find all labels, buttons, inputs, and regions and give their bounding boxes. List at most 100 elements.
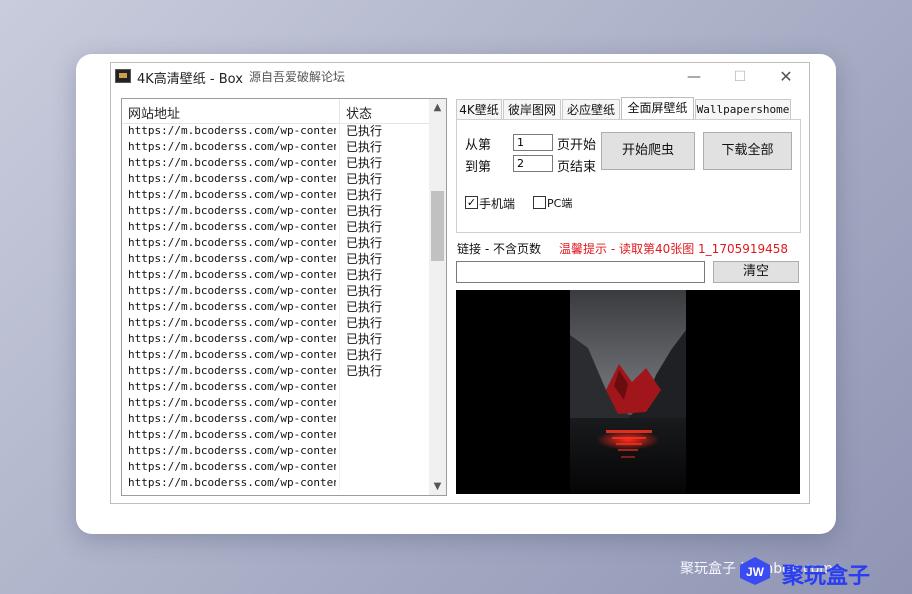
pc-label: PC端 (547, 197, 573, 210)
clear-button[interactable]: 清空 (713, 261, 799, 283)
link-label: 链接 - 不含页数 (457, 242, 541, 256)
table-row[interactable]: https://m.bcoderss.com/wp-conten... 已执行 (122, 139, 430, 155)
check-mark-icon: ✓ (466, 196, 477, 209)
scroll-up-arrow-icon[interactable]: ▲ (429, 99, 446, 116)
to-label: 到第 (465, 160, 492, 175)
tab-wallpapershome[interactable]: Wallpapershome (695, 99, 791, 119)
column-header-status[interactable]: 状态 (346, 103, 372, 122)
row-status: 已执行 (346, 316, 383, 330)
tab-panel: 从第 1 页开始 到第 2 页结束 开始爬虫 下载全部 ✓ 手机端 PC端 (456, 119, 801, 233)
app-icon (115, 69, 131, 83)
source-tabs: 4K壁纸 彼岸图网 必应壁纸 全面屏壁纸 Wallpapershome (456, 97, 802, 119)
url-list[interactable]: 网站地址 状态 https://m.bcoderss.com/wp-conten… (121, 98, 447, 496)
tab-4k[interactable]: 4K壁纸 (456, 99, 502, 119)
tab-bian[interactable]: 彼岸图网 (503, 99, 561, 119)
row-status: 已执行 (346, 156, 383, 170)
row-divider (339, 219, 340, 235)
end-page-input[interactable]: 2 (513, 155, 553, 172)
page-start-label: 页开始 (557, 138, 597, 153)
row-divider (339, 251, 340, 267)
column-divider[interactable] (339, 99, 340, 123)
table-row[interactable]: https://m.bcoderss.com/wp-conten... 已执行 (122, 123, 430, 139)
table-row[interactable]: https://m.bcoderss.com/wp-conten... 已执行 (122, 235, 430, 251)
row-status: 已执行 (346, 220, 383, 234)
row-status: 已执行 (346, 268, 383, 282)
title-bar: 4K高清壁纸 - Box 源自吾爱破解论坛 — ☐ ✕ (111, 63, 809, 91)
row-status: 已执行 (346, 332, 383, 346)
table-row[interactable]: https://m.bcoderss.com/wp-conten... 已执行 (122, 187, 430, 203)
download-all-button[interactable]: 下载全部 (703, 132, 792, 170)
row-url: https://m.bcoderss.com/wp-conten... (128, 172, 336, 185)
link-input[interactable] (456, 261, 705, 283)
table-row[interactable]: https://m.bcoderss.com/wp-conten... 已执行 (122, 283, 430, 299)
table-row[interactable]: https://m.bcoderss.com/wp-conten... 已执行 (122, 219, 430, 235)
row-url: https://m.bcoderss.com/wp-conten... (128, 412, 336, 425)
jw-logo-icon: JW (740, 557, 770, 585)
row-url: https://m.bcoderss.com/wp-conten... (128, 364, 336, 377)
row-url: https://m.bcoderss.com/wp-conten... (128, 396, 336, 409)
table-row[interactable]: https://m.bcoderss.com/wp-conten... 已执行 (122, 251, 430, 267)
table-row[interactable]: https://m.bcoderss.com/wp-conten... 已执行 (122, 155, 430, 171)
table-row[interactable]: https://m.bcoderss.com/wp-conten... (122, 459, 430, 475)
row-url: https://m.bcoderss.com/wp-conten... (128, 316, 336, 329)
row-divider (339, 459, 340, 475)
scroll-down-arrow-icon[interactable]: ▼ (429, 478, 446, 495)
table-row[interactable]: https://m.bcoderss.com/wp-conten... 已执行 (122, 331, 430, 347)
row-url: https://m.bcoderss.com/wp-conten... (128, 188, 336, 201)
row-url: https://m.bcoderss.com/wp-conten... (128, 156, 336, 169)
row-divider (339, 203, 340, 219)
logo-letters: JW (746, 565, 765, 579)
from-label: 从第 (465, 138, 492, 153)
table-row[interactable]: https://m.bcoderss.com/wp-conten... (122, 379, 430, 395)
table-row[interactable]: https://m.bcoderss.com/wp-conten... (122, 395, 430, 411)
row-url: https://m.bcoderss.com/wp-conten... (128, 444, 336, 457)
table-row[interactable]: https://m.bcoderss.com/wp-conten... (122, 411, 430, 427)
row-status: 已执行 (346, 348, 383, 362)
minimize-button[interactable]: — (671, 63, 717, 91)
mobile-label: 手机端 (479, 197, 516, 211)
row-status: 已执行 (346, 188, 383, 202)
start-page-input[interactable]: 1 (513, 134, 553, 151)
tab-bing[interactable]: 必应壁纸 (562, 99, 620, 119)
row-divider (339, 139, 340, 155)
mobile-checkbox[interactable]: ✓ (465, 196, 478, 209)
row-divider (339, 443, 340, 459)
app-window: 4K高清壁纸 - Box 源自吾爱破解论坛 — ☐ ✕ 网站地址 状态 http… (110, 62, 810, 504)
row-url: https://m.bcoderss.com/wp-conten... (128, 140, 336, 153)
row-divider (339, 123, 340, 139)
table-row[interactable]: https://m.bcoderss.com/wp-conten... 已执行 (122, 299, 430, 315)
list-rows: https://m.bcoderss.com/wp-conten...已执行ht… (122, 123, 430, 491)
row-divider (339, 427, 340, 443)
pc-checkbox[interactable] (533, 196, 546, 209)
row-divider (339, 475, 340, 491)
table-row[interactable]: https://m.bcoderss.com/wp-conten... 已执行 (122, 363, 430, 379)
close-button[interactable]: ✕ (763, 63, 809, 91)
row-url: https://m.bcoderss.com/wp-conten... (128, 300, 336, 313)
table-row[interactable]: https://m.bcoderss.com/wp-conten... 已执行 (122, 315, 430, 331)
row-status: 已执行 (346, 364, 383, 378)
vertical-scrollbar[interactable]: ▲ ▼ (429, 99, 446, 495)
maximize-button[interactable]: ☐ (717, 63, 763, 91)
column-header-url[interactable]: 网站地址 (128, 103, 180, 122)
tab-fullscreen[interactable]: 全面屏壁纸 (621, 97, 694, 119)
row-url: https://m.bcoderss.com/wp-conten... (128, 476, 336, 489)
row-divider (339, 411, 340, 427)
table-row[interactable]: https://m.bcoderss.com/wp-conten... 已执行 (122, 171, 430, 187)
table-row[interactable]: https://m.bcoderss.com/wp-conten... 已执行 (122, 267, 430, 283)
table-row[interactable]: https://m.bcoderss.com/wp-conten... 已执行 (122, 203, 430, 219)
window-subtitle: 源自吾爱破解论坛 (249, 70, 346, 84)
row-divider (339, 187, 340, 203)
row-status: 已执行 (346, 236, 383, 250)
table-row[interactable]: https://m.bcoderss.com/wp-conten... 已执行 (122, 347, 430, 363)
row-url: https://m.bcoderss.com/wp-conten... (128, 428, 336, 441)
row-divider (339, 171, 340, 187)
row-divider (339, 155, 340, 171)
table-row[interactable]: https://m.bcoderss.com/wp-conten... (122, 475, 430, 491)
row-status: 已执行 (346, 172, 383, 186)
table-row[interactable]: https://m.bcoderss.com/wp-conten... (122, 443, 430, 459)
scroll-thumb[interactable] (431, 191, 444, 261)
start-crawl-button[interactable]: 开始爬虫 (601, 132, 695, 170)
table-row[interactable]: https://m.bcoderss.com/wp-conten... (122, 427, 430, 443)
row-status: 已执行 (346, 300, 383, 314)
row-url: https://m.bcoderss.com/wp-conten... (128, 204, 336, 217)
